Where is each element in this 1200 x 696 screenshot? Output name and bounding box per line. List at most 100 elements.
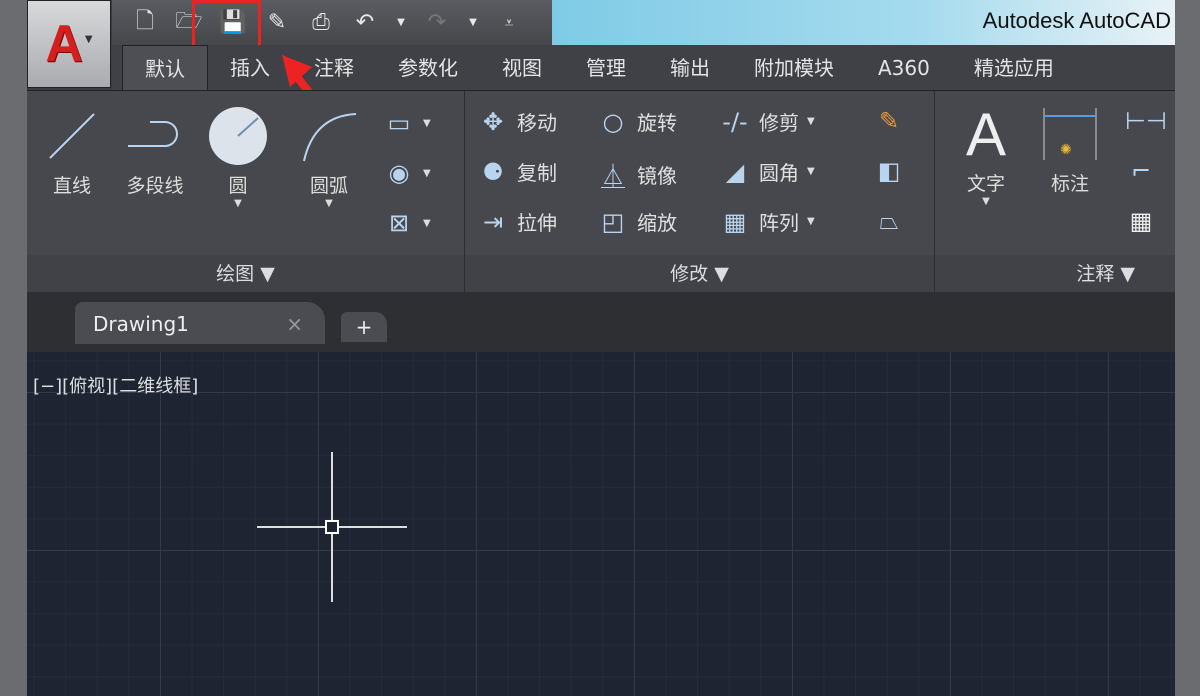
circle-label: 圆: [228, 175, 248, 197]
rectangle-button[interactable]: ▭ ▼: [383, 109, 431, 137]
plot-icon[interactable]: ⎙: [306, 9, 336, 37]
polyline-label: 多段线: [126, 175, 184, 197]
line-icon: [37, 101, 107, 171]
redo-icon[interactable]: ↷: [422, 9, 452, 37]
erase-icon: ✎: [878, 107, 900, 135]
fillet-label: 圆角: [759, 161, 799, 185]
trim-icon: -/-: [722, 107, 748, 136]
close-icon[interactable]: ×: [286, 312, 303, 336]
arc-icon: [289, 101, 369, 171]
region-button[interactable]: ⊠ ▼: [383, 209, 431, 237]
annotation-panel-label[interactable]: 注释 ▼: [935, 255, 1175, 293]
tab-output[interactable]: 输出: [648, 45, 732, 91]
dimension-button[interactable]: ✺ 标注: [1035, 99, 1105, 196]
draw-panel: 直线 多段线 圆 ▼ 圆弧 ▼ ▭ ▼ ◉ ▼ ⊠ ▼ 绘图 ▼: [27, 91, 465, 293]
save-as-icon[interactable]: ✎: [262, 9, 292, 37]
mirror-icon: ⏅: [601, 163, 625, 191]
tab-addins[interactable]: 附加模块: [732, 45, 856, 91]
customize-icon[interactable]: ⩡: [494, 9, 524, 37]
scale-icon: ◰: [601, 207, 625, 236]
erase-button[interactable]: ✎: [873, 107, 905, 135]
circle-icon: [203, 101, 273, 171]
draw-panel-label[interactable]: 绘图 ▼: [27, 255, 464, 293]
modify-panel: ✥ 移动 ○ 旋转 -/- 修剪 ▼ ✎ ⚈ 复制 ⏅ 镜像 ◢ 圆角 ▼ ◧ ⇥ 拉伸 ◰ 缩放 …: [465, 91, 935, 293]
drawing-tab-label: Drawing1: [93, 312, 189, 336]
mirror-button[interactable]: ⏅ 镜像: [597, 157, 677, 192]
array-icon: ▦: [723, 207, 747, 236]
tab-default[interactable]: 默认: [122, 45, 208, 91]
stretch-button[interactable]: ⇥ 拉伸: [477, 207, 557, 236]
scale-button[interactable]: ◰ 缩放: [597, 207, 677, 236]
leader-button[interactable]: ⌐: [1125, 157, 1157, 185]
modify-panel-label[interactable]: 修改 ▼: [465, 255, 934, 293]
tab-insert[interactable]: 插入: [208, 45, 292, 91]
text-icon: A: [965, 100, 1007, 168]
undo-icon[interactable]: ↶: [350, 9, 380, 37]
drawing1-tab[interactable]: Drawing1 ×: [75, 302, 325, 344]
rotate-label: 旋转: [637, 111, 677, 135]
offset-icon: ⏢: [879, 207, 899, 235]
array-label: 阵列: [759, 211, 799, 235]
quick-access-toolbar: 🗋 🗁 💾 ✎ ⎙ ↶ ▼ ↷ ▼ ⩡: [112, 0, 552, 45]
dimension-label: 标注: [1050, 173, 1089, 195]
arc-button[interactable]: 圆弧 ▼: [289, 101, 369, 209]
polyline-button[interactable]: 多段线: [115, 101, 195, 198]
hatch-icon: ◉: [388, 159, 410, 187]
rotate-button[interactable]: ○ 旋转: [597, 107, 677, 136]
redo-dropdown-icon[interactable]: ▼: [466, 9, 480, 37]
chevron-down-icon: ▼: [84, 33, 93, 45]
document-tab-bar: Drawing1 × +: [27, 292, 1175, 352]
fillet-icon: ◢: [725, 157, 745, 186]
rotate-icon: ○: [602, 107, 624, 136]
tab-a360[interactable]: A360: [856, 45, 952, 91]
line-button[interactable]: 直线: [37, 101, 107, 198]
autocad-window: A ▼ 🗋 🗁 💾 ✎ ⎙ ↶ ▼ ↷ ▼ ⩡ Autodesk AutoCAD …: [27, 0, 1175, 696]
text-button[interactable]: A 文字 ▼: [951, 99, 1021, 208]
viewport-controls[interactable]: [−][俯视][二维线框]: [33, 372, 198, 398]
explode-icon: ◧: [877, 157, 901, 185]
array-button[interactable]: ▦ 阵列 ▼: [719, 207, 815, 236]
stretch-icon: ⇥: [482, 207, 504, 236]
trim-label: 修剪: [759, 111, 799, 135]
linear-dim-icon: ⊢⊣: [1125, 107, 1167, 135]
window-title: Autodesk AutoCAD: [552, 0, 1175, 45]
region-icon: ⊠: [388, 209, 410, 237]
application-menu-button[interactable]: A ▼: [27, 0, 111, 88]
text-label: 文字: [966, 173, 1005, 195]
circle-button[interactable]: 圆 ▼: [203, 101, 273, 209]
fillet-button[interactable]: ◢ 圆角 ▼: [719, 157, 815, 186]
stretch-label: 拉伸: [517, 211, 557, 235]
undo-dropdown-icon[interactable]: ▼: [394, 9, 408, 37]
table-icon: ▦: [1129, 207, 1153, 235]
line-label: 直线: [52, 175, 91, 197]
ribbon: 直线 多段线 圆 ▼ 圆弧 ▼ ▭ ▼ ◉ ▼ ⊠ ▼ 绘图 ▼ ✥ 移动 ○ 旋转 -/- 修…: [27, 90, 1175, 293]
leader-icon: ⌐: [1130, 157, 1152, 185]
ribbon-tabs: 默认 插入 注释 参数化 视图 管理 输出 附加模块 A360 精选应用: [112, 45, 1175, 91]
scale-label: 缩放: [637, 211, 677, 235]
drawing-canvas[interactable]: [−][俯视][二维线框]: [27, 352, 1175, 696]
copy-icon: ⚈: [482, 157, 504, 186]
annotation-panel: A 文字 ▼ ✺ 标注 ⊢⊣ ⌐ ▦ 注释 ▼: [935, 91, 1175, 293]
copy-label: 复制: [517, 161, 557, 185]
tab-featured[interactable]: 精选应用: [952, 45, 1076, 91]
move-button[interactable]: ✥ 移动: [477, 107, 557, 136]
explode-button[interactable]: ◧: [873, 157, 905, 185]
crosshair-cursor: [257, 452, 407, 602]
tab-manage[interactable]: 管理: [564, 45, 648, 91]
tab-view[interactable]: 视图: [480, 45, 564, 91]
rectangle-icon: ▭: [387, 109, 411, 137]
polyline-icon: [115, 101, 195, 171]
move-label: 移动: [517, 111, 557, 135]
mirror-label: 镜像: [637, 164, 677, 188]
copy-button[interactable]: ⚈ 复制: [477, 157, 557, 186]
offset-button[interactable]: ⏢: [873, 207, 905, 235]
dimension-icon: ✺: [1035, 99, 1105, 169]
hatch-button[interactable]: ◉ ▼: [383, 159, 431, 187]
svg-text:✺: ✺: [1060, 142, 1072, 158]
linear-dim-button[interactable]: ⊢⊣: [1125, 107, 1167, 135]
trim-button[interactable]: -/- 修剪 ▼: [719, 107, 814, 136]
autocad-logo: A: [45, 15, 83, 73]
table-button[interactable]: ▦: [1125, 207, 1157, 235]
new-icon[interactable]: 🗋: [130, 9, 160, 37]
new-tab-button[interactable]: +: [341, 312, 387, 342]
